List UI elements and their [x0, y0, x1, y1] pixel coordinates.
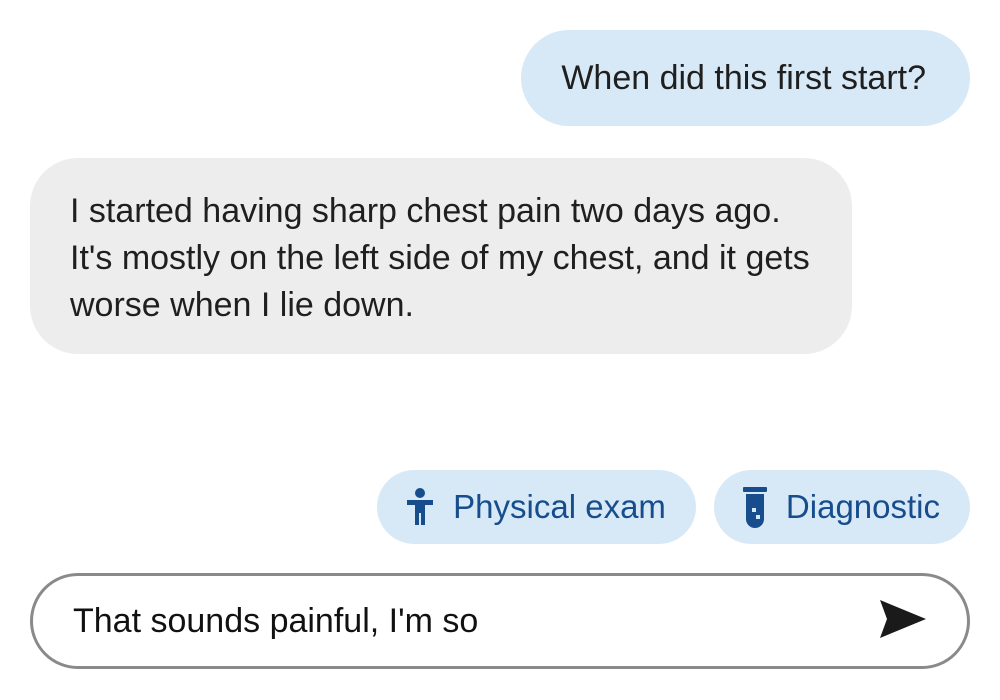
physical-exam-chip[interactable]: Physical exam — [377, 470, 696, 544]
suggestion-chips: Physical exam Diagnostic — [377, 470, 970, 544]
message-input[interactable] — [73, 601, 875, 641]
incoming-message-text: I started having sharp chest pain two da… — [70, 192, 810, 324]
send-button[interactable] — [875, 593, 931, 649]
physical-exam-label: Physical exam — [453, 488, 666, 525]
outgoing-message-text: When did this first start? — [561, 58, 926, 97]
diagnostic-chip[interactable]: Diagnostic — [713, 470, 970, 544]
outgoing-message-bubble: When did this first start? — [521, 30, 970, 126]
person-icon — [405, 487, 435, 527]
chat-screen: When did this first start? I started hav… — [0, 0, 1000, 700]
diagnostic-label: Diagnostic — [785, 488, 940, 525]
incoming-message-bubble: I started having sharp chest pain two da… — [30, 158, 852, 354]
message-composer — [30, 573, 970, 669]
test-tube-icon — [742, 486, 768, 528]
send-icon — [880, 599, 926, 643]
